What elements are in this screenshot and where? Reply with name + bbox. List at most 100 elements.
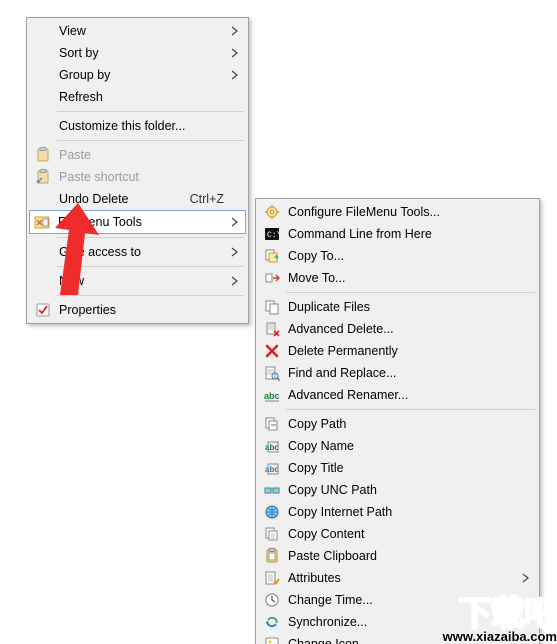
mainMenu-item-give-access-to[interactable]: Give access to [29,241,246,263]
chevron-right-icon [519,573,533,583]
mainMenu-item-new[interactable]: New [29,270,246,292]
findreplace-icon [262,365,282,381]
svg-text:abc: abc [264,391,280,401]
mainMenu-separator [57,266,244,267]
menu-item-label: Change Time... [282,593,519,607]
mainMenu-item-paste: Paste [29,144,246,166]
menu-item-label: Find and Replace... [282,366,519,380]
chevron-right-icon [228,217,242,227]
sync-icon [262,614,282,630]
subMenu-item-duplicate-files[interactable]: Duplicate Files [258,296,537,318]
subMenu-separator [286,409,535,410]
mainMenu-separator [57,237,244,238]
subMenu-item-advanced-renamer[interactable]: abcAdvanced Renamer... [258,384,537,406]
menu-item-label: Paste [53,148,228,162]
menu-item-label: Move To... [282,271,519,285]
duplicate-icon [262,299,282,315]
subMenu-separator [286,292,535,293]
menu-item-label: View [53,24,228,38]
subMenu-item-change-icon[interactable]: Change Icon... [258,633,537,644]
changetime-icon [262,592,282,608]
subMenu-item-copy-unc-path[interactable]: Copy UNC Path [258,479,537,501]
menu-item-label: Sort by [53,46,228,60]
menu-item-label: FileMenu Tools [52,215,228,229]
menu-item-label: Customize this folder... [53,119,228,133]
properties-icon [33,302,53,318]
subMenu-item-advanced-delete[interactable]: Advanced Delete... [258,318,537,340]
mainMenu-item-undo-delete[interactable]: Undo DeleteCtrl+Z [29,188,246,210]
mainMenu-separator [57,295,244,296]
subMenu-item-attributes[interactable]: Attributes [258,567,537,589]
subMenu-item-synchronize[interactable]: Synchronize... [258,611,537,633]
chevron-right-icon [228,48,242,58]
menu-item-label: Configure FileMenu Tools... [282,205,519,219]
menu-item-label: Copy To... [282,249,519,263]
subMenu-item-copy-title[interactable]: abcCopy Title [258,457,537,479]
moveto-icon [262,270,282,286]
subMenu-item-change-time[interactable]: Change Time... [258,589,537,611]
context-menu-filemenu-tools: Configure FileMenu Tools...C:\Command Li… [255,198,540,644]
menu-item-label: Paste shortcut [53,170,228,184]
menu-item-label: Advanced Delete... [282,322,519,336]
filemenu-icon [32,214,52,230]
mainMenu-item-view[interactable]: View [29,20,246,42]
menu-item-label: Attributes [282,571,519,585]
subMenu-item-command-line-from-here[interactable]: C:\Command Line from Here [258,223,537,245]
mainMenu-item-refresh[interactable]: Refresh [29,86,246,108]
subMenu-item-move-to[interactable]: Move To... [258,267,537,289]
mainMenu-item-properties[interactable]: Properties [29,299,246,321]
changeicon-icon [262,636,282,644]
menu-item-label: Delete Permanently [282,344,519,358]
menu-item-label: Group by [53,68,228,82]
mainMenu-item-paste-shortcut: Paste shortcut [29,166,246,188]
copyunc-icon [262,482,282,498]
subMenu-item-copy-content[interactable]: Copy Content [258,523,537,545]
main-menu-list: View Sort by Group by Refresh Customize this… [29,20,246,321]
menu-item-label: Paste Clipboard [282,549,519,563]
copyinternet-icon [262,504,282,520]
deleteperm-icon [262,343,282,359]
paste-shortcut-icon [33,169,53,185]
chevron-right-icon [228,276,242,286]
menu-item-label: Refresh [53,90,228,104]
menu-item-label: Advanced Renamer... [282,388,519,402]
subMenu-item-find-and-replace[interactable]: Find and Replace... [258,362,537,384]
menu-item-label: Duplicate Files [282,300,519,314]
attributes-icon [262,570,282,586]
subMenu-item-copy-name[interactable]: abcCopy Name [258,435,537,457]
svg-text:abc: abc [265,443,279,452]
menu-item-label: Copy Content [282,527,519,541]
chevron-right-icon [228,247,242,257]
menu-item-label: Give access to [53,245,228,259]
mainMenu-item-customize-this-folder[interactable]: Customize this folder... [29,115,246,137]
copyto-icon [262,248,282,264]
menu-item-label: Synchronize... [282,615,519,629]
advdelete-icon [262,321,282,337]
cmd-icon: C:\ [262,226,282,242]
subMenu-item-paste-clipboard[interactable]: Paste Clipboard [258,545,537,567]
copypath-icon [262,416,282,432]
mainMenu-separator [57,111,244,112]
paste-icon [33,147,53,163]
mainMenu-item-sort-by[interactable]: Sort by [29,42,246,64]
subMenu-item-copy-path[interactable]: Copy Path [258,413,537,435]
mainMenu-separator [57,140,244,141]
subMenu-item-configure-filemenu-tools[interactable]: Configure FileMenu Tools... [258,201,537,223]
menu-item-shortcut: Ctrl+Z [172,192,228,206]
menu-item-label: New [53,274,228,288]
menu-item-label: Copy Name [282,439,519,453]
mainMenu-item-group-by[interactable]: Group by [29,64,246,86]
mainMenu-item-filemenu-tools[interactable]: FileMenu Tools [29,210,246,234]
subMenu-item-copy-to[interactable]: Copy To... [258,245,537,267]
subMenu-item-copy-internet-path[interactable]: Copy Internet Path [258,501,537,523]
renamer-icon: abc [262,387,282,403]
subMenu-item-delete-permanently[interactable]: Delete Permanently [258,340,537,362]
menu-item-label: Change Icon... [282,637,519,644]
chevron-right-icon [228,70,242,80]
menu-item-label: Undo Delete [53,192,172,206]
menu-item-label: Command Line from Here [282,227,519,241]
chevron-right-icon [228,26,242,36]
menu-item-label: Copy Internet Path [282,505,519,519]
copycontent-icon [262,526,282,542]
svg-text:abc: abc [265,465,279,474]
